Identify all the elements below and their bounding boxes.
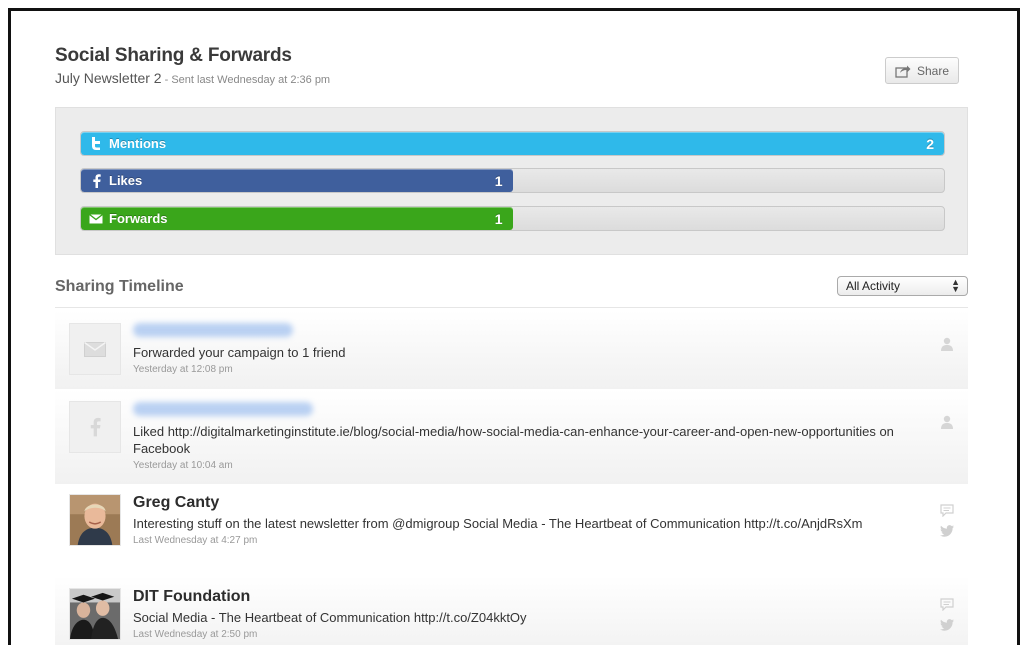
campaign-name: July Newsletter 2 (55, 70, 162, 86)
twitter-bird-icon[interactable] (940, 525, 954, 537)
envelope-icon (69, 323, 121, 375)
avatar (69, 494, 121, 546)
share-icon (895, 65, 911, 78)
select-arrows-icon: ▲ ▼ (951, 277, 960, 294)
likes-count: 1 (494, 172, 503, 189)
mentions-count: 2 (926, 135, 934, 152)
item-time: Last Wednesday at 2:50 pm (133, 629, 258, 640)
item-author[interactable]: DIT Foundation (133, 588, 898, 606)
sharing-stats-panel: Mentions 2 Likes 1 Forwards 1 (55, 107, 968, 255)
activity-filter-select[interactable]: All Activity ▲ ▼ (837, 276, 968, 296)
person-icon[interactable] (940, 337, 954, 351)
share-label: Share (916, 63, 950, 78)
item-text: Forwarded your campaign to 1 friend (133, 345, 346, 360)
item-text: Social Media - The Heartbeat of Communic… (133, 610, 527, 625)
likes-bar: Likes 1 (80, 168, 945, 193)
item-author[interactable]: Greg Canty (133, 494, 898, 512)
item-text[interactable]: Liked http://digitalmarketinginstitute.i… (133, 423, 898, 457)
mentions-bar-fill: Mentions 2 (81, 132, 944, 155)
likes-bar-fill: Likes 1 (81, 169, 513, 192)
twitter-bird-icon[interactable] (940, 619, 954, 631)
sent-info: - Sent last Wednesday at 2:36 pm (164, 74, 331, 86)
envelope-icon (89, 212, 103, 226)
item-text: Interesting stuff on the latest newslett… (133, 516, 863, 531)
report-header: Social Sharing & Forwards July Newslette… (55, 45, 330, 86)
person-icon[interactable] (940, 415, 954, 429)
redacted-name (133, 323, 293, 337)
forwards-bar-fill: Forwards 1 (81, 207, 513, 230)
mentions-label: Mentions (109, 136, 167, 151)
redacted-name (133, 402, 313, 416)
mentions-bar: Mentions 2 (80, 131, 945, 156)
likes-label: Likes (109, 173, 143, 188)
forwards-bar: Forwards 1 (80, 206, 945, 231)
item-time: Yesterday at 10:04 am (133, 460, 233, 471)
item-time: Yesterday at 12:08 pm (133, 364, 233, 375)
timeline-divider (55, 307, 968, 308)
twitter-icon (89, 137, 103, 151)
forwards-count: 1 (494, 210, 503, 227)
facebook-icon (89, 173, 103, 188)
report-window: Social Sharing & Forwards July Newslette… (8, 8, 1020, 645)
timeline-item: DIT Foundation Social Media - The Heartb… (55, 576, 968, 645)
avatar (69, 588, 121, 640)
campaign-subtitle: July Newsletter 2- Sent last Wednesday a… (55, 70, 330, 86)
facebook-icon (69, 401, 121, 453)
timeline-item: Liked http://digitalmarketinginstitute.i… (55, 389, 968, 484)
activity-filter-value: All Activity (846, 279, 901, 293)
comment-icon[interactable] (940, 504, 954, 517)
timeline-item: Forwarded your campaign to 1 friend Yest… (55, 311, 968, 389)
comment-icon[interactable] (940, 598, 954, 611)
timeline-title: Sharing Timeline (55, 278, 184, 295)
forwards-label: Forwards (109, 211, 168, 226)
timeline-item: Greg Canty Interesting stuff on the late… (55, 484, 968, 576)
page-title: Social Sharing & Forwards (55, 45, 292, 66)
item-time: Last Wednesday at 4:27 pm (133, 535, 258, 546)
share-button[interactable]: Share (885, 57, 959, 84)
